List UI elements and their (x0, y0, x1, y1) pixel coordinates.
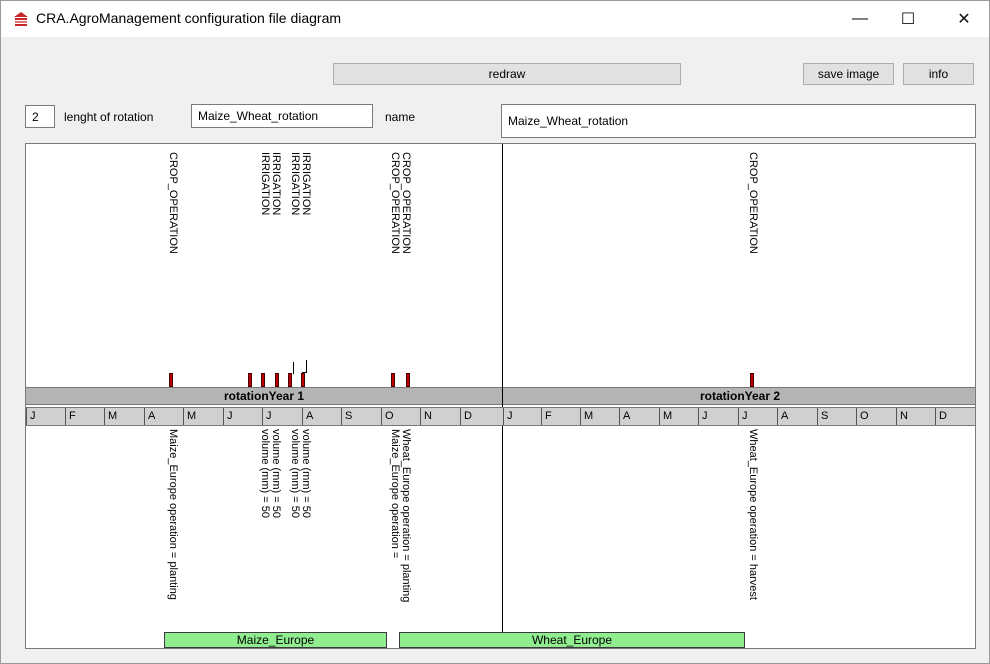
operation-detail-label: Wheat_Europe operation = harvest (747, 429, 759, 600)
maximize-button[interactable]: ☐ (885, 1, 931, 37)
month-label: M (580, 408, 619, 425)
irrigation-label: IRRIGATION (289, 152, 301, 216)
irrigation-label: IRRIGATION (300, 152, 312, 216)
crop-operation-label: CROP_OPERATION (167, 152, 179, 254)
operation-detail-label: Maize_Europe operation = (389, 429, 401, 559)
rotation-name-display[interactable]: Maize_Wheat_rotation (501, 104, 976, 138)
month-label: J (262, 408, 302, 425)
crop-operation-label: CROP_OPERATION (747, 152, 759, 254)
month-label: S (341, 408, 381, 425)
operation-marker[interactable] (391, 373, 395, 387)
operation-marker[interactable] (301, 373, 305, 387)
month-label: D (460, 408, 503, 425)
operation-marker[interactable] (406, 373, 410, 387)
month-label: M (659, 408, 698, 425)
operation-marker[interactable] (750, 373, 754, 387)
month-label: N (896, 408, 935, 425)
crop-bar-maize[interactable]: Maize_Europe (164, 632, 387, 648)
marker-tick (306, 360, 307, 372)
month-label: N (420, 408, 460, 425)
month-label: M (104, 408, 144, 425)
save-image-button[interactable]: save image (803, 63, 894, 85)
month-label: J (503, 408, 541, 425)
operation-marker[interactable] (275, 373, 279, 387)
client-area: redraw save image info 2 lenght of rotat… (1, 37, 989, 663)
month-label: S (817, 408, 856, 425)
month-label: A (777, 408, 817, 425)
operation-marker[interactable] (261, 373, 265, 387)
year-band-1: rotationYear 1 (26, 387, 502, 405)
operation-marker[interactable] (248, 373, 252, 387)
operation-detail-label: Wheat_Europe operation = planting (400, 429, 412, 603)
close-button[interactable]: ✕ (941, 1, 987, 37)
rotation-name-input[interactable]: Maize_Wheat_rotation (191, 104, 373, 128)
month-label: J (738, 408, 777, 425)
name-label: name (385, 110, 416, 124)
info-button[interactable]: info (903, 63, 974, 85)
month-label: A (302, 408, 341, 425)
month-label: M (183, 408, 223, 425)
month-label: D (935, 408, 975, 425)
month-label: J (26, 408, 65, 425)
operation-detail-label: Maize_Europe operation = planting (167, 429, 179, 600)
operation-marker[interactable] (169, 373, 173, 387)
month-label: O (856, 408, 896, 425)
year-band-2: rotationYear 2 (503, 387, 975, 405)
rotation-diagram: CROP_OPERATION IRRIGATION IRRIGATION IRR… (25, 143, 976, 649)
window-title: CRA.AgroManagement configuration file di… (36, 10, 342, 26)
volume-label: volume (mm) = 50 (300, 429, 312, 518)
marker-tick (293, 362, 294, 374)
title-bar: CRA.AgroManagement configuration file di… (1, 1, 989, 37)
month-label: A (144, 408, 183, 425)
month-label: J (698, 408, 738, 425)
rotation-length-label: lenght of rotation (64, 110, 154, 124)
redraw-button[interactable]: redraw (333, 63, 681, 85)
month-label: O (381, 408, 420, 425)
crop-bar-wheat[interactable]: Wheat_Europe (399, 632, 745, 648)
month-band: J F M A M J J A S O N D J F M A M J J A (26, 407, 975, 426)
rotation-length-input[interactable]: 2 (25, 105, 55, 128)
crop-operation-label: CROP_OPERATION (389, 152, 401, 254)
irrigation-label: IRRIGATION (270, 152, 282, 216)
minimize-button[interactable]: — (837, 1, 883, 37)
month-label: F (65, 408, 104, 425)
month-label: J (223, 408, 262, 425)
month-label: F (541, 408, 580, 425)
irrigation-label: IRRIGATION (259, 152, 271, 216)
app-icon (14, 12, 28, 26)
marker-tick (302, 372, 307, 373)
crop-operation-label: CROP_OPERATION (400, 152, 412, 254)
month-label: A (619, 408, 659, 425)
volume-label: volume (mm) = 50 (289, 429, 301, 518)
volume-label: volume (mm) = 50 (270, 429, 282, 518)
app-window: CRA.AgroManagement configuration file di… (0, 0, 990, 664)
volume-label: volume (mm) = 50 (259, 429, 271, 518)
operation-marker[interactable] (288, 373, 292, 387)
